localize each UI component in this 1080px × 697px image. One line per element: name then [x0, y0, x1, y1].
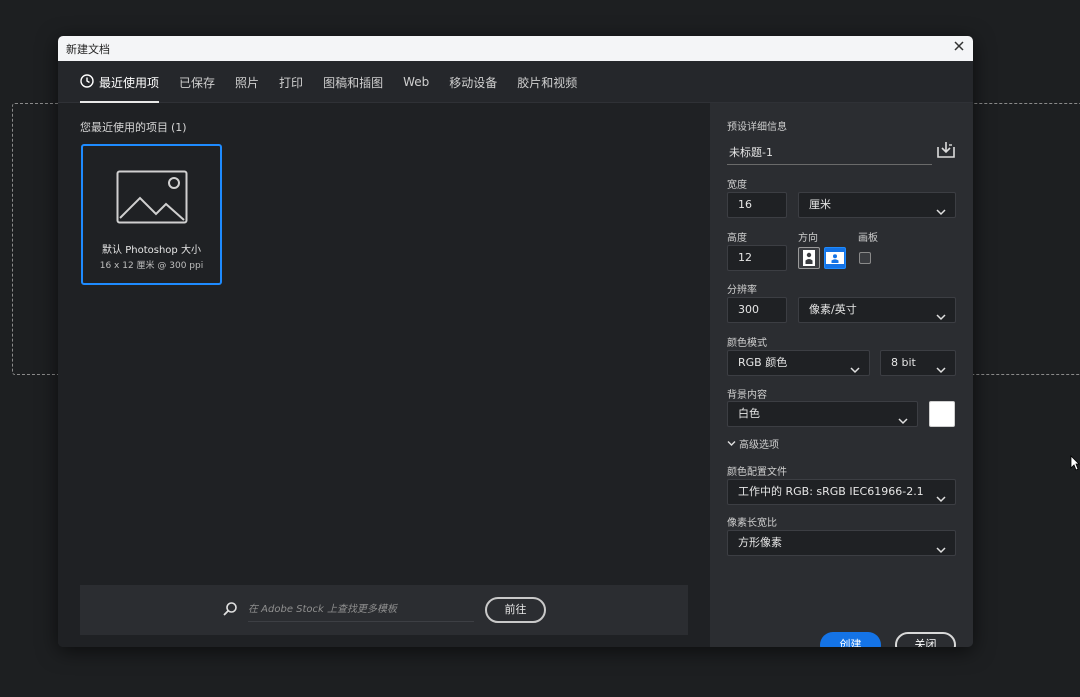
close-button[interactable]: 关闭: [895, 632, 956, 647]
tab-photo[interactable]: 照片: [235, 61, 259, 103]
advanced-options-toggle[interactable]: 高级选项: [727, 436, 779, 451]
close-icon[interactable]: [953, 40, 965, 55]
preset-details-title: 预设详细信息: [727, 122, 787, 133]
tab-web[interactable]: Web: [403, 61, 429, 103]
tab-print[interactable]: 打印: [279, 61, 303, 103]
background-label: 背景内容: [727, 390, 767, 401]
height-label: 高度: [727, 233, 747, 244]
preset-name: 默认 Photoshop 大小: [102, 245, 201, 256]
select-value: 工作中的 RGB: sRGB IEC61966-2.1: [738, 485, 924, 498]
tab-label: 移动设备: [449, 75, 498, 90]
stock-search-input[interactable]: [248, 598, 474, 622]
create-button[interactable]: 创建: [820, 632, 881, 647]
select-value: RGB 颜色: [738, 356, 788, 369]
tab-label: 图稿和插图: [323, 75, 384, 90]
recent-section-title: 您最近使用的项目 (1): [80, 119, 187, 135]
image-placeholder-icon: [116, 170, 188, 228]
document-name-field[interactable]: 未标题-1: [727, 140, 932, 165]
recent-title-text: 您最近使用的项目: [80, 121, 168, 134]
recent-panel: 您最近使用的项目 (1) 默认 Photoshop 大小 16 x 12 厘米 @…: [58, 103, 710, 647]
height-input[interactable]: 12: [727, 245, 787, 271]
color-profile-select[interactable]: 工作中的 RGB: sRGB IEC61966-2.1: [727, 479, 956, 505]
chevron-down-icon: [936, 488, 946, 512]
artboard-checkbox[interactable]: [859, 252, 871, 264]
tab-label: 照片: [235, 75, 260, 90]
search-icon: [222, 601, 238, 621]
new-document-dialog: 新建文档 最近使用项 已保存 照片 打印 图稿和插图 Web 移动设备 胶片和视…: [58, 36, 973, 647]
select-value: 方形像素: [738, 536, 782, 549]
pixel-aspect-label: 像素长宽比: [727, 518, 777, 529]
go-button[interactable]: 前往: [485, 597, 546, 623]
select-value: 8 bit: [891, 356, 916, 369]
preset-card-default[interactable]: 默认 Photoshop 大小 16 x 12 厘米 @ 300 ppi: [81, 144, 222, 285]
tab-art-illustration[interactable]: 图稿和插图: [323, 61, 383, 103]
tab-label: 最近使用项: [99, 75, 160, 90]
chevron-down-icon: [727, 441, 736, 446]
portrait-orientation-button[interactable]: [798, 247, 820, 269]
dialog-title: 新建文档: [66, 42, 110, 56]
chevron-down-icon: [936, 201, 946, 225]
pixel-aspect-select[interactable]: 方形像素: [727, 530, 956, 556]
chevron-down-icon: [936, 306, 946, 330]
chevron-down-icon: [850, 359, 860, 383]
stock-search-bar: 前往: [80, 585, 688, 635]
resolution-unit-select[interactable]: 像素/英寸: [798, 297, 956, 323]
preset-details-panel: 预设详细信息 未标题-1 宽度 16 厘米 高度 方向 画板 12 分辨率 30…: [710, 103, 973, 647]
width-input[interactable]: 16: [727, 192, 787, 218]
color-mode-label: 颜色模式: [727, 338, 767, 349]
tab-bar: 最近使用项 已保存 照片 打印 图稿和插图 Web 移动设备 胶片和视频: [58, 61, 973, 103]
select-value: 厘米: [809, 198, 831, 211]
chevron-down-icon: [936, 359, 946, 383]
tab-label: 已保存: [179, 75, 216, 90]
advanced-options-label: 高级选项: [739, 440, 779, 451]
tab-label: 打印: [279, 75, 304, 90]
chevron-down-icon: [898, 410, 908, 434]
width-unit-select[interactable]: 厘米: [798, 192, 956, 218]
tab-film-video[interactable]: 胶片和视频: [517, 61, 577, 103]
tab-label: 胶片和视频: [517, 75, 578, 90]
tab-recent[interactable]: 最近使用项: [80, 61, 160, 103]
orientation-label: 方向: [798, 233, 818, 244]
resolution-label: 分辨率: [727, 285, 757, 296]
tab-saved[interactable]: 已保存: [179, 61, 215, 103]
landscape-orientation-button[interactable]: [824, 247, 846, 269]
recent-count: (1): [171, 121, 187, 134]
tab-label: Web: [403, 75, 430, 89]
artboard-label: 画板: [858, 233, 878, 244]
color-mode-select[interactable]: RGB 颜色: [727, 350, 870, 376]
color-profile-label: 颜色配置文件: [727, 467, 787, 478]
clock-icon: [80, 73, 94, 91]
width-label: 宽度: [727, 180, 747, 191]
save-preset-icon[interactable]: [936, 141, 956, 163]
background-select[interactable]: 白色: [727, 401, 918, 427]
dialog-titlebar: 新建文档: [58, 36, 973, 61]
background-color-swatch[interactable]: [929, 401, 955, 427]
resolution-input[interactable]: 300: [727, 297, 787, 323]
select-value: 白色: [738, 407, 760, 420]
tab-mobile[interactable]: 移动设备: [449, 61, 497, 103]
mouse-cursor-icon: [1070, 455, 1080, 475]
bit-depth-select[interactable]: 8 bit: [880, 350, 956, 376]
chevron-down-icon: [936, 539, 946, 563]
preset-details: 16 x 12 厘米 @ 300 ppi: [99, 261, 204, 271]
select-value: 像素/英寸: [809, 303, 857, 316]
